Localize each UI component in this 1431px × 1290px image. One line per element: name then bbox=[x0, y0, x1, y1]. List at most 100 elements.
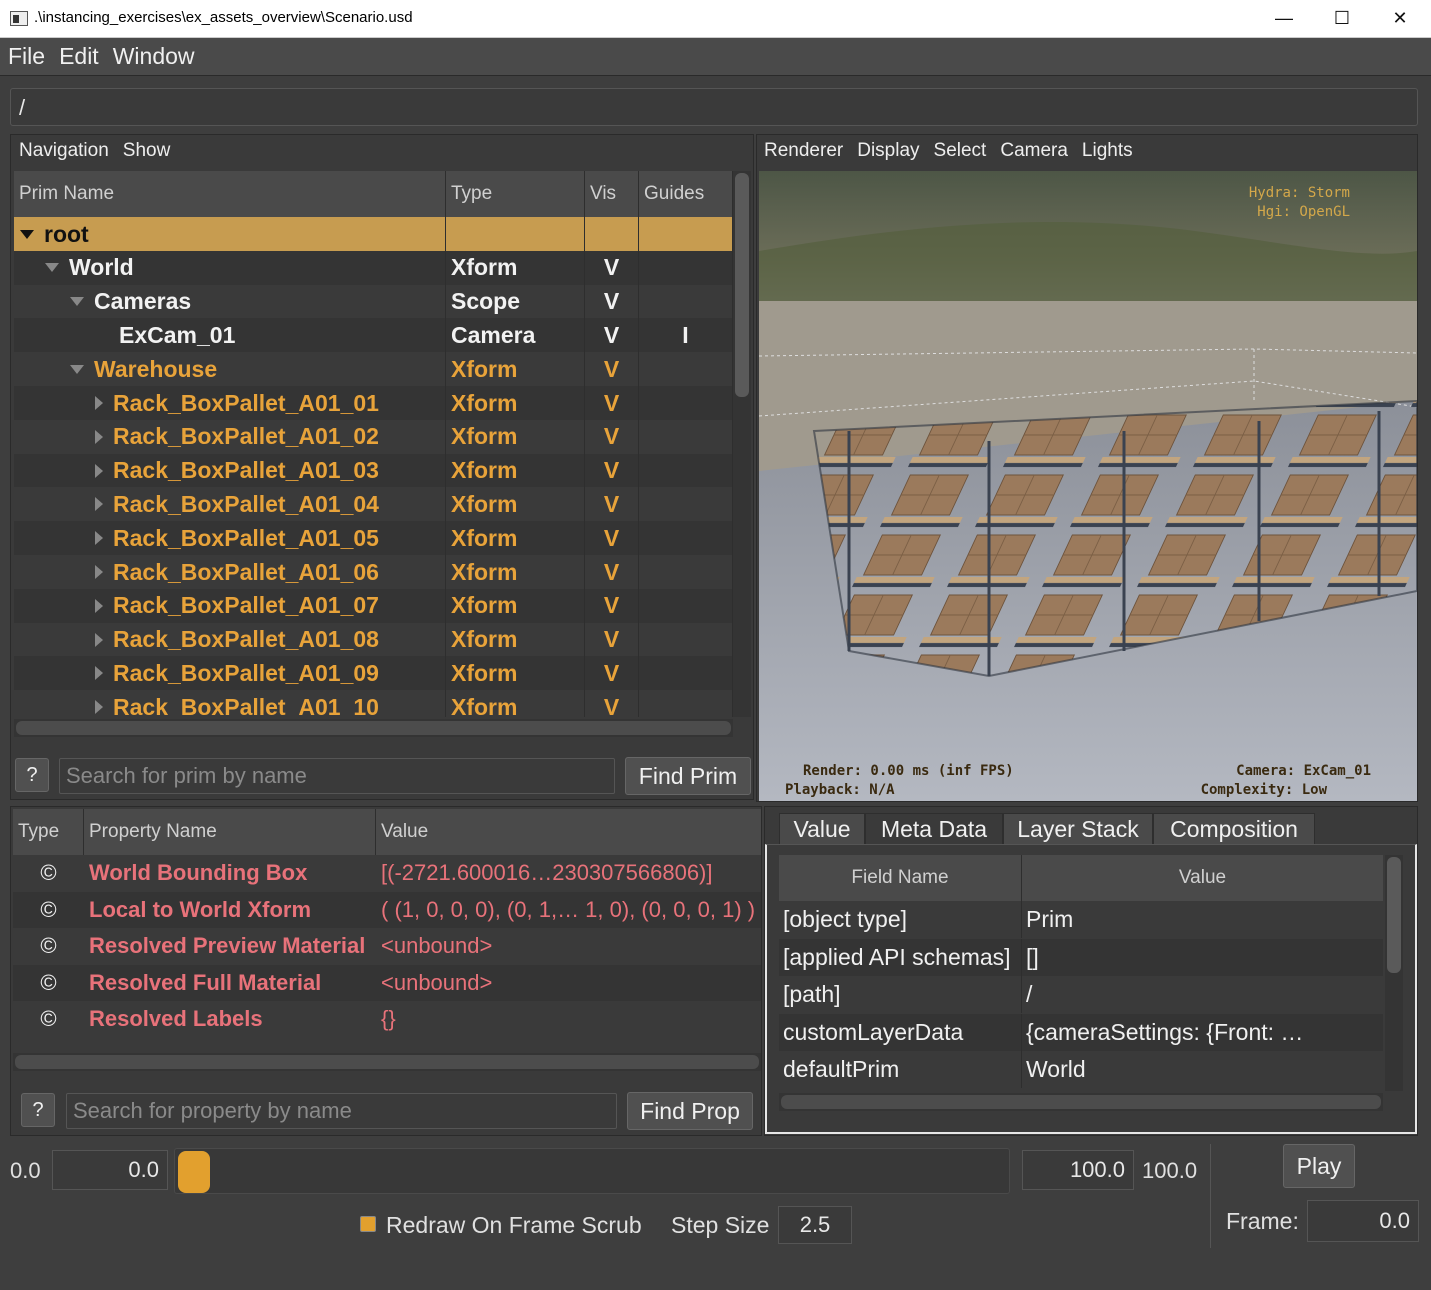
prim-guides-cell[interactable] bbox=[639, 352, 733, 387]
viewport-canvas[interactable]: Hydra: Storm Hgi: OpenGL Render: 0.00 ms… bbox=[759, 171, 1417, 801]
prim-row[interactable]: Rack_BoxPallet_A01_07 Xform V bbox=[14, 588, 733, 623]
metadata-vscroll-thumb[interactable] bbox=[1387, 857, 1401, 973]
prop-hscrollbar[interactable] bbox=[13, 1053, 761, 1071]
menu-file[interactable]: File bbox=[8, 43, 45, 70]
prim-row[interactable]: Rack_BoxPallet_A01_04 Xform V bbox=[14, 487, 733, 522]
prim-guides-cell[interactable] bbox=[639, 386, 733, 420]
find-prop-button[interactable]: Find Prop bbox=[627, 1092, 753, 1130]
tab-meta-data[interactable]: Meta Data bbox=[865, 813, 1003, 845]
prim-vis-cell[interactable]: V bbox=[585, 419, 639, 454]
col-field-value[interactable]: Value bbox=[1022, 855, 1383, 901]
expand-arrow-icon[interactable] bbox=[95, 598, 103, 613]
tab-layer-stack[interactable]: Layer Stack bbox=[1003, 813, 1153, 845]
prim-row[interactable]: World Xform V bbox=[14, 250, 733, 285]
tree-vscroll-thumb[interactable] bbox=[735, 173, 749, 397]
frame-slider-handle[interactable] bbox=[178, 1151, 210, 1193]
metadata-row[interactable]: defaultPrim World bbox=[779, 1051, 1383, 1088]
expand-arrow-icon[interactable] bbox=[95, 497, 103, 512]
metadata-row[interactable]: [path] / bbox=[779, 976, 1383, 1013]
expand-arrow-icon[interactable] bbox=[95, 700, 103, 715]
prim-row[interactable]: Warehouse Xform V bbox=[14, 352, 733, 387]
prim-row[interactable]: ExCam_01 Camera V I bbox=[14, 318, 733, 353]
property-row[interactable]: © Resolved Labels {} bbox=[13, 1001, 761, 1037]
col-prop-value[interactable]: Value bbox=[376, 809, 761, 855]
prim-guides-cell[interactable] bbox=[639, 419, 733, 454]
property-row[interactable]: © Local to World Xform ( (1, 0, 0, 0), (0,… bbox=[13, 891, 761, 928]
prim-guides-cell[interactable] bbox=[639, 487, 733, 522]
property-row[interactable]: © Resolved Preview Material <unbound> bbox=[13, 928, 761, 964]
menu-lights[interactable]: Lights bbox=[1082, 140, 1133, 162]
metadata-row[interactable]: [object type] Prim bbox=[779, 901, 1383, 938]
prim-guides-cell[interactable] bbox=[639, 217, 733, 251]
col-prop-name[interactable]: Property Name bbox=[84, 809, 376, 855]
play-button[interactable]: Play bbox=[1283, 1144, 1355, 1188]
prim-search-input[interactable]: Search for prim by name bbox=[59, 758, 615, 794]
metadata-hscroll-thumb[interactable] bbox=[781, 1095, 1381, 1109]
menu-edit[interactable]: Edit bbox=[59, 43, 99, 70]
maximize-icon[interactable]: ☐ bbox=[1313, 0, 1371, 36]
end-frame-field[interactable]: 100.0 bbox=[1022, 1150, 1134, 1190]
minimize-icon[interactable]: — bbox=[1255, 0, 1313, 36]
prim-vis-cell[interactable] bbox=[585, 217, 639, 251]
expand-arrow-icon[interactable] bbox=[95, 396, 103, 410]
prim-guides-cell[interactable] bbox=[639, 453, 733, 488]
expand-arrow-icon[interactable] bbox=[95, 666, 103, 681]
collapse-arrow-icon[interactable] bbox=[45, 263, 59, 273]
path-field[interactable]: / bbox=[10, 88, 1418, 126]
prop-hscroll-thumb[interactable] bbox=[15, 1055, 759, 1069]
prim-row[interactable]: Rack_BoxPallet_A01_02 Xform V bbox=[14, 419, 733, 454]
frame-slider[interactable] bbox=[174, 1148, 1010, 1194]
menu-show[interactable]: Show bbox=[123, 140, 171, 162]
expand-arrow-icon[interactable] bbox=[95, 565, 103, 579]
menu-navigation[interactable]: Navigation bbox=[19, 140, 109, 162]
col-type[interactable]: Type bbox=[446, 171, 585, 217]
menu-window[interactable]: Window bbox=[113, 43, 195, 70]
redraw-checkbox[interactable] bbox=[360, 1216, 376, 1232]
col-guides[interactable]: Guides bbox=[639, 171, 733, 217]
metadata-vscrollbar[interactable] bbox=[1385, 855, 1403, 1091]
prim-row[interactable]: root bbox=[14, 217, 733, 251]
tree-vscrollbar[interactable] bbox=[733, 171, 751, 717]
metadata-row[interactable]: [applied API schemas][] bbox=[779, 938, 1383, 976]
prim-vis-cell[interactable]: V bbox=[585, 487, 639, 522]
prim-vis-cell[interactable]: V bbox=[585, 555, 639, 589]
expand-arrow-icon[interactable] bbox=[95, 531, 103, 546]
menu-renderer[interactable]: Renderer bbox=[764, 140, 843, 162]
tab-value[interactable]: Value bbox=[779, 813, 865, 845]
prim-vis-cell[interactable]: V bbox=[585, 521, 639, 556]
prim-row[interactable]: Rack_BoxPallet_A01_06 Xform V bbox=[14, 555, 733, 589]
prim-help-button[interactable]: ? bbox=[15, 758, 49, 792]
expand-arrow-icon[interactable] bbox=[95, 463, 103, 478]
expand-arrow-icon[interactable] bbox=[95, 429, 103, 444]
frame-field[interactable]: 0.0 bbox=[1307, 1200, 1419, 1242]
prim-vis-cell[interactable]: V bbox=[585, 622, 639, 657]
prim-vis-cell[interactable]: V bbox=[585, 386, 639, 420]
close-icon[interactable]: ✕ bbox=[1371, 0, 1429, 36]
prim-guides-cell[interactable] bbox=[639, 521, 733, 556]
prop-help-button[interactable]: ? bbox=[21, 1093, 55, 1127]
prim-guides-cell[interactable] bbox=[639, 656, 733, 691]
tree-hscroll-thumb[interactable] bbox=[16, 721, 731, 735]
prim-guides-cell[interactable] bbox=[639, 588, 733, 623]
prim-guides-cell[interactable] bbox=[639, 284, 733, 319]
prim-row[interactable]: Rack_BoxPallet_A01_03 Xform V bbox=[14, 453, 733, 488]
prim-guides-cell[interactable] bbox=[639, 250, 733, 285]
collapse-arrow-icon[interactable] bbox=[20, 229, 34, 239]
prim-vis-cell[interactable]: V bbox=[585, 656, 639, 691]
tab-composition[interactable]: Composition bbox=[1153, 813, 1315, 845]
col-field-name[interactable]: Field Name bbox=[779, 855, 1022, 901]
prim-vis-cell[interactable]: V bbox=[585, 690, 639, 717]
prop-search-input[interactable]: Search for property by name bbox=[66, 1093, 617, 1129]
collapse-arrow-icon[interactable] bbox=[70, 297, 84, 307]
menu-display[interactable]: Display bbox=[857, 140, 919, 162]
prim-guides-cell[interactable] bbox=[639, 622, 733, 657]
prim-row[interactable]: Rack_BoxPallet_A01_09 Xform V bbox=[14, 656, 733, 691]
col-prim-name[interactable]: Prim Name bbox=[14, 171, 446, 217]
metadata-hscrollbar[interactable] bbox=[779, 1093, 1383, 1111]
prim-guides-cell[interactable]: I bbox=[639, 318, 733, 353]
prim-vis-cell[interactable]: V bbox=[585, 352, 639, 387]
prim-row[interactable]: Rack_BoxPallet_A01_08 Xform V bbox=[14, 622, 733, 657]
menu-camera[interactable]: Camera bbox=[1000, 140, 1068, 162]
prim-vis-cell[interactable]: V bbox=[585, 588, 639, 623]
collapse-arrow-icon[interactable] bbox=[70, 364, 84, 374]
